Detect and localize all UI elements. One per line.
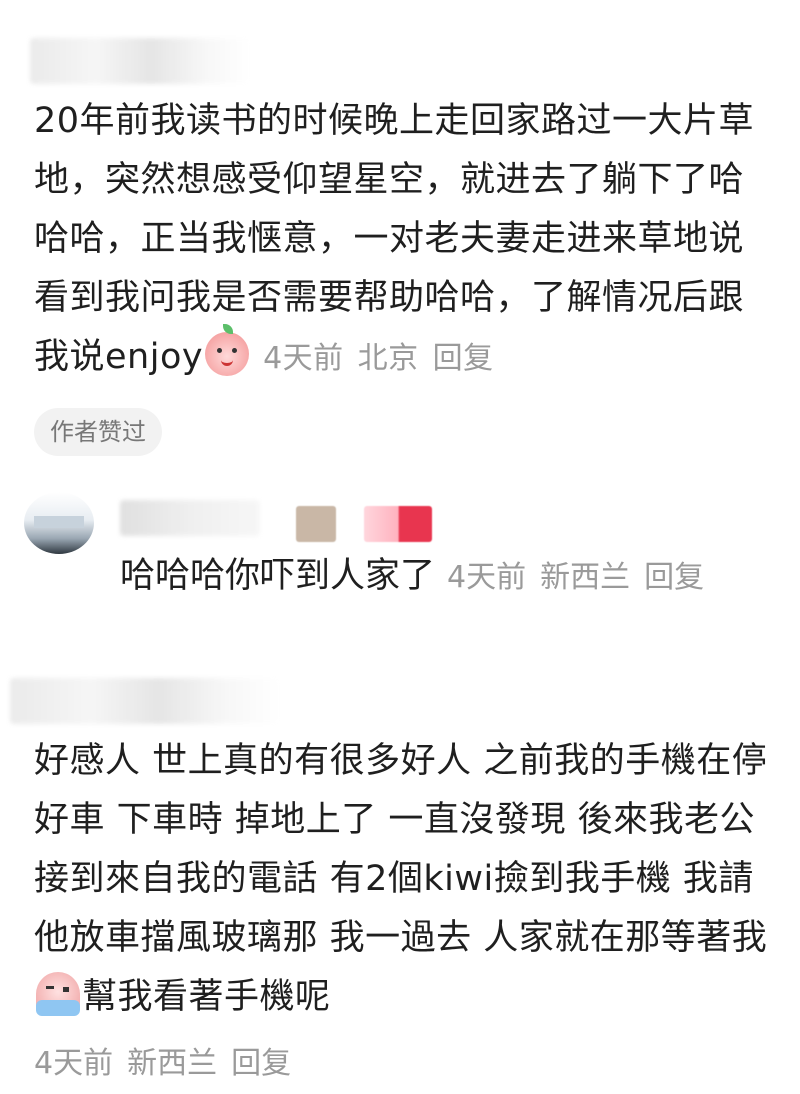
smile-face-icon (205, 324, 250, 376)
reply-location: 新西兰 (540, 560, 631, 595)
reply-button[interactable]: 回复 (231, 1046, 291, 1081)
crying-face-icon (36, 972, 80, 1016)
comment-text: 好感人 世上真的有很多好人 之前我的手機在停好車 下車時 掉地上了 一直沒發現 … (34, 732, 774, 1027)
comment-meta: 4天前 北京 回复 (263, 341, 508, 376)
sticker-image (364, 506, 432, 542)
comment-time: 4天前 (34, 1046, 114, 1081)
reply-button[interactable]: 回复 (433, 341, 494, 376)
comment-time: 4天前 (263, 341, 344, 376)
reply-text: 哈哈哈你吓到人家了 4天前 新西兰 回复 (120, 547, 718, 607)
comment-location: 新西兰 (127, 1046, 218, 1081)
username-blurred[interactable] (30, 38, 250, 84)
reply-time: 4天前 (447, 560, 527, 595)
reply-button[interactable]: 回复 (644, 560, 704, 595)
comment-meta: 4天前 新西兰 回复 (34, 1038, 291, 1082)
avatar[interactable] (24, 492, 94, 554)
comment-text: 20年前我读书的时候晚上走回家路过一大片草地，突然想感受仰望星空，就进去了躺下了… (34, 92, 774, 388)
comment-body: 20年前我读书的时候晚上走回家路过一大片草地，突然想感受仰望星空，就进去了躺下了… (34, 101, 755, 377)
username-blurred[interactable] (120, 500, 260, 536)
username-blurred[interactable] (10, 678, 280, 724)
comment-location: 北京 (357, 341, 419, 376)
reply-meta: 4天前 新西兰 回复 (447, 560, 718, 595)
reply-body: 哈哈哈你吓到人家了 (120, 556, 436, 596)
sticker-image (296, 506, 336, 542)
comment-body: 好感人 世上真的有很多好人 之前我的手機在停好車 下車時 掉地上了 一直沒發現 … (34, 741, 768, 958)
comment-body-end: 幫我看著手機呢 (82, 977, 331, 1017)
author-liked-badge: 作者赞过 (34, 408, 162, 456)
